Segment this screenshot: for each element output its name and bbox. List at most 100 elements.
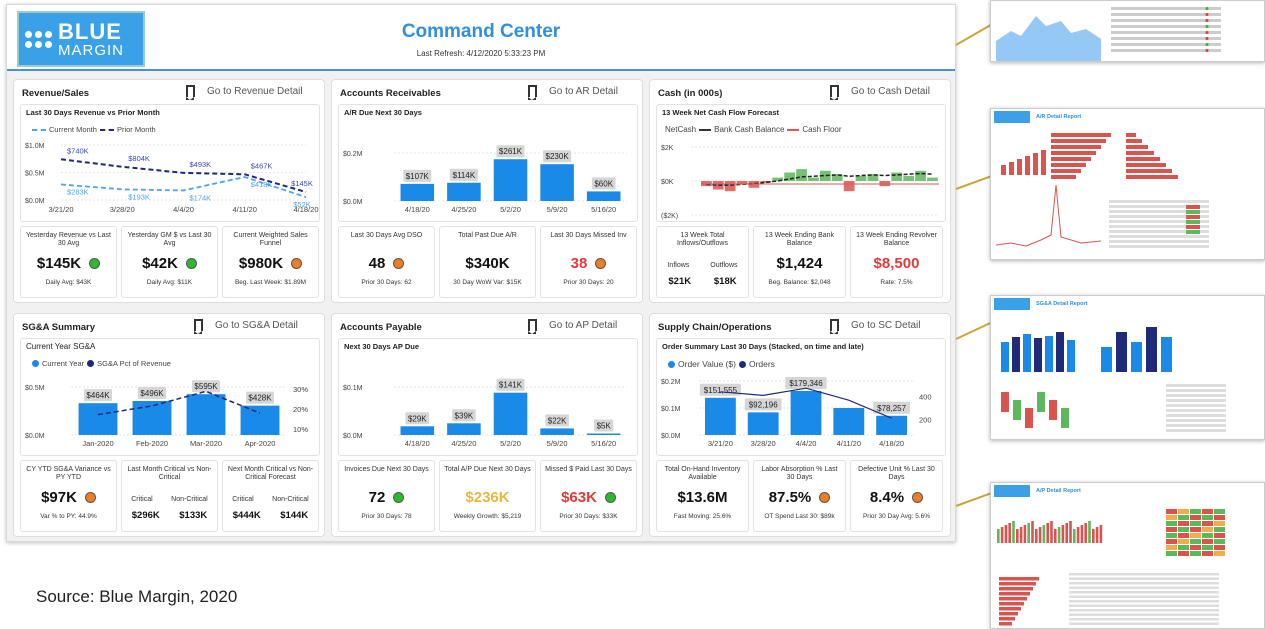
cash-bar [855,175,867,181]
data-label: $496K [140,389,164,398]
thumb-bar [1067,340,1075,372]
thumbnail-sga-detail: SG&A Detail Report [990,295,1265,440]
y-tick-label: $0.0M [25,198,45,205]
thumb-bar [1050,521,1053,543]
kpi-sga-variance: CY YTD SG&A Variance vs PY YTD $97K Var … [20,460,117,532]
x-tick-label: 3/28/20 [751,439,776,448]
thumb-bar [1131,342,1142,372]
goto-revenue-detail-link[interactable]: Go to Revenue Detail [186,85,303,100]
thumb-heat [1202,509,1213,514]
card-title: SG&A Summary [22,322,96,333]
thumb-row [1111,31,1221,34]
thumb-heat [1178,545,1189,550]
thumb-row [1069,622,1219,625]
page-title: Command Center [401,21,561,42]
thumb-bar [1054,529,1057,543]
thumb-heat [1190,527,1201,532]
thumb-bar [997,529,1000,543]
goto-ap-detail-link[interactable]: Go to AP Detail [528,319,617,334]
bar [540,164,574,201]
thumbnail-preview [996,7,1221,61]
thumb-bar [1001,165,1006,175]
data-label: $428K [248,394,272,403]
x-tick-label: 5/16/20 [591,205,616,214]
thumb-bar [1016,529,1019,543]
kpi-past-due-ar: Total Past Due A/R $340K 30 Day WoW Var:… [439,226,536,298]
bookmark-icon [830,85,839,100]
status-orange-icon [291,258,303,269]
cash-bar [891,172,903,181]
thumb-heat [1202,527,1213,532]
thumb-heat [1178,551,1189,556]
thumb-hbar [1126,151,1154,155]
thumb-hbar [1126,145,1148,149]
thumb-hbar [999,607,1021,611]
kpi-invoices-due: Invoices Due Next 30 Days 72 Prior 30 Da… [338,460,435,532]
thumb-heat [1178,533,1189,538]
cash-bar [808,177,819,181]
thumb-waterfall [1037,392,1045,412]
cash-card: Cash (in 000s) Go to Cash Detail 13 Week… [649,79,951,303]
thumb-row [1109,245,1209,248]
thumb-hbar [999,577,1039,581]
thumb-hbar [999,602,1024,606]
bookmark-icon [830,319,839,334]
thumb-bar [1099,525,1103,543]
sga-card: SG&A Summary Go to SG&A Detail Current Y… [13,313,325,537]
thumb-heat [1202,551,1213,556]
thumb-bar [1025,156,1030,175]
y-tick-label: $1.0M [25,143,45,150]
thumb-row [1166,419,1226,422]
thumb-bar [1101,347,1112,372]
bar [586,433,621,435]
thumb-row [1069,609,1219,612]
thumb-heat [1166,551,1177,556]
x-tick-label: Apr-2020 [245,439,276,448]
goto-ar-detail-link[interactable]: Go to AR Detail [528,85,618,100]
card-title: Accounts Payable [340,322,422,333]
dashboard-header: BLUE MARGIN Command Center Last Refresh:… [7,5,955,71]
thumb-area [996,16,1101,61]
thumb-row [1109,235,1209,238]
cash-bar [796,169,807,181]
thumb-dot [1205,19,1209,22]
thumb-bar [1065,523,1068,543]
thumb-heat [1214,527,1225,532]
thumb-bar [1041,150,1046,175]
x-tick-label: 4/25/20 [451,205,476,214]
x-tick-label: 4/11/20 [837,439,861,448]
thumb-row [1111,7,1221,10]
y-tick-label: $0.0M [343,199,363,206]
bar [447,423,481,435]
x-tick-label: Mar-2020 [190,439,222,448]
thumb-bar [1146,327,1157,372]
connector-line [955,321,993,340]
data-label: $804K [128,154,150,163]
thumb-row [1069,582,1219,585]
thumb-row [1166,414,1226,417]
kpi-total-ap-due: Total A/P Due Next 30 Days $236K Weekly … [439,460,536,532]
y-tick-label: $0.5M [25,385,45,392]
thumb-row [1069,604,1219,607]
revenue-card: Revenue/Sales Go to Revenue Detail Last … [13,79,325,303]
thumb-row [1166,394,1226,397]
x-tick-label: 5/9/20 [547,439,568,448]
thumb-heat [1190,509,1201,514]
data-label: $467K [251,161,273,170]
thumb-hbar [1126,175,1178,179]
goto-sga-detail-link[interactable]: Go to SG&A Detail [194,319,298,334]
thumb-bar [1017,159,1022,175]
goto-sc-detail-link[interactable]: Go to SC Detail [830,319,920,334]
thumb-waterfall [1001,392,1009,412]
thumb-hbar [1051,139,1106,143]
data-label: $174K [190,193,212,202]
thumb-bar [1076,527,1080,543]
cash-flow-chart: ($2K) $0K $2K [661,145,939,220]
bar [747,412,779,435]
thumb-waterfall [1025,408,1033,428]
card-title: Cash (in 000s) [658,88,723,99]
thumb-hbar [999,597,1027,601]
goto-cash-detail-link[interactable]: Go to Cash Detail [830,85,930,100]
connector-line [955,24,992,46]
kpi-defective-unit: Defective Unit % Last 30 Days 8.4% Prior… [850,460,943,532]
